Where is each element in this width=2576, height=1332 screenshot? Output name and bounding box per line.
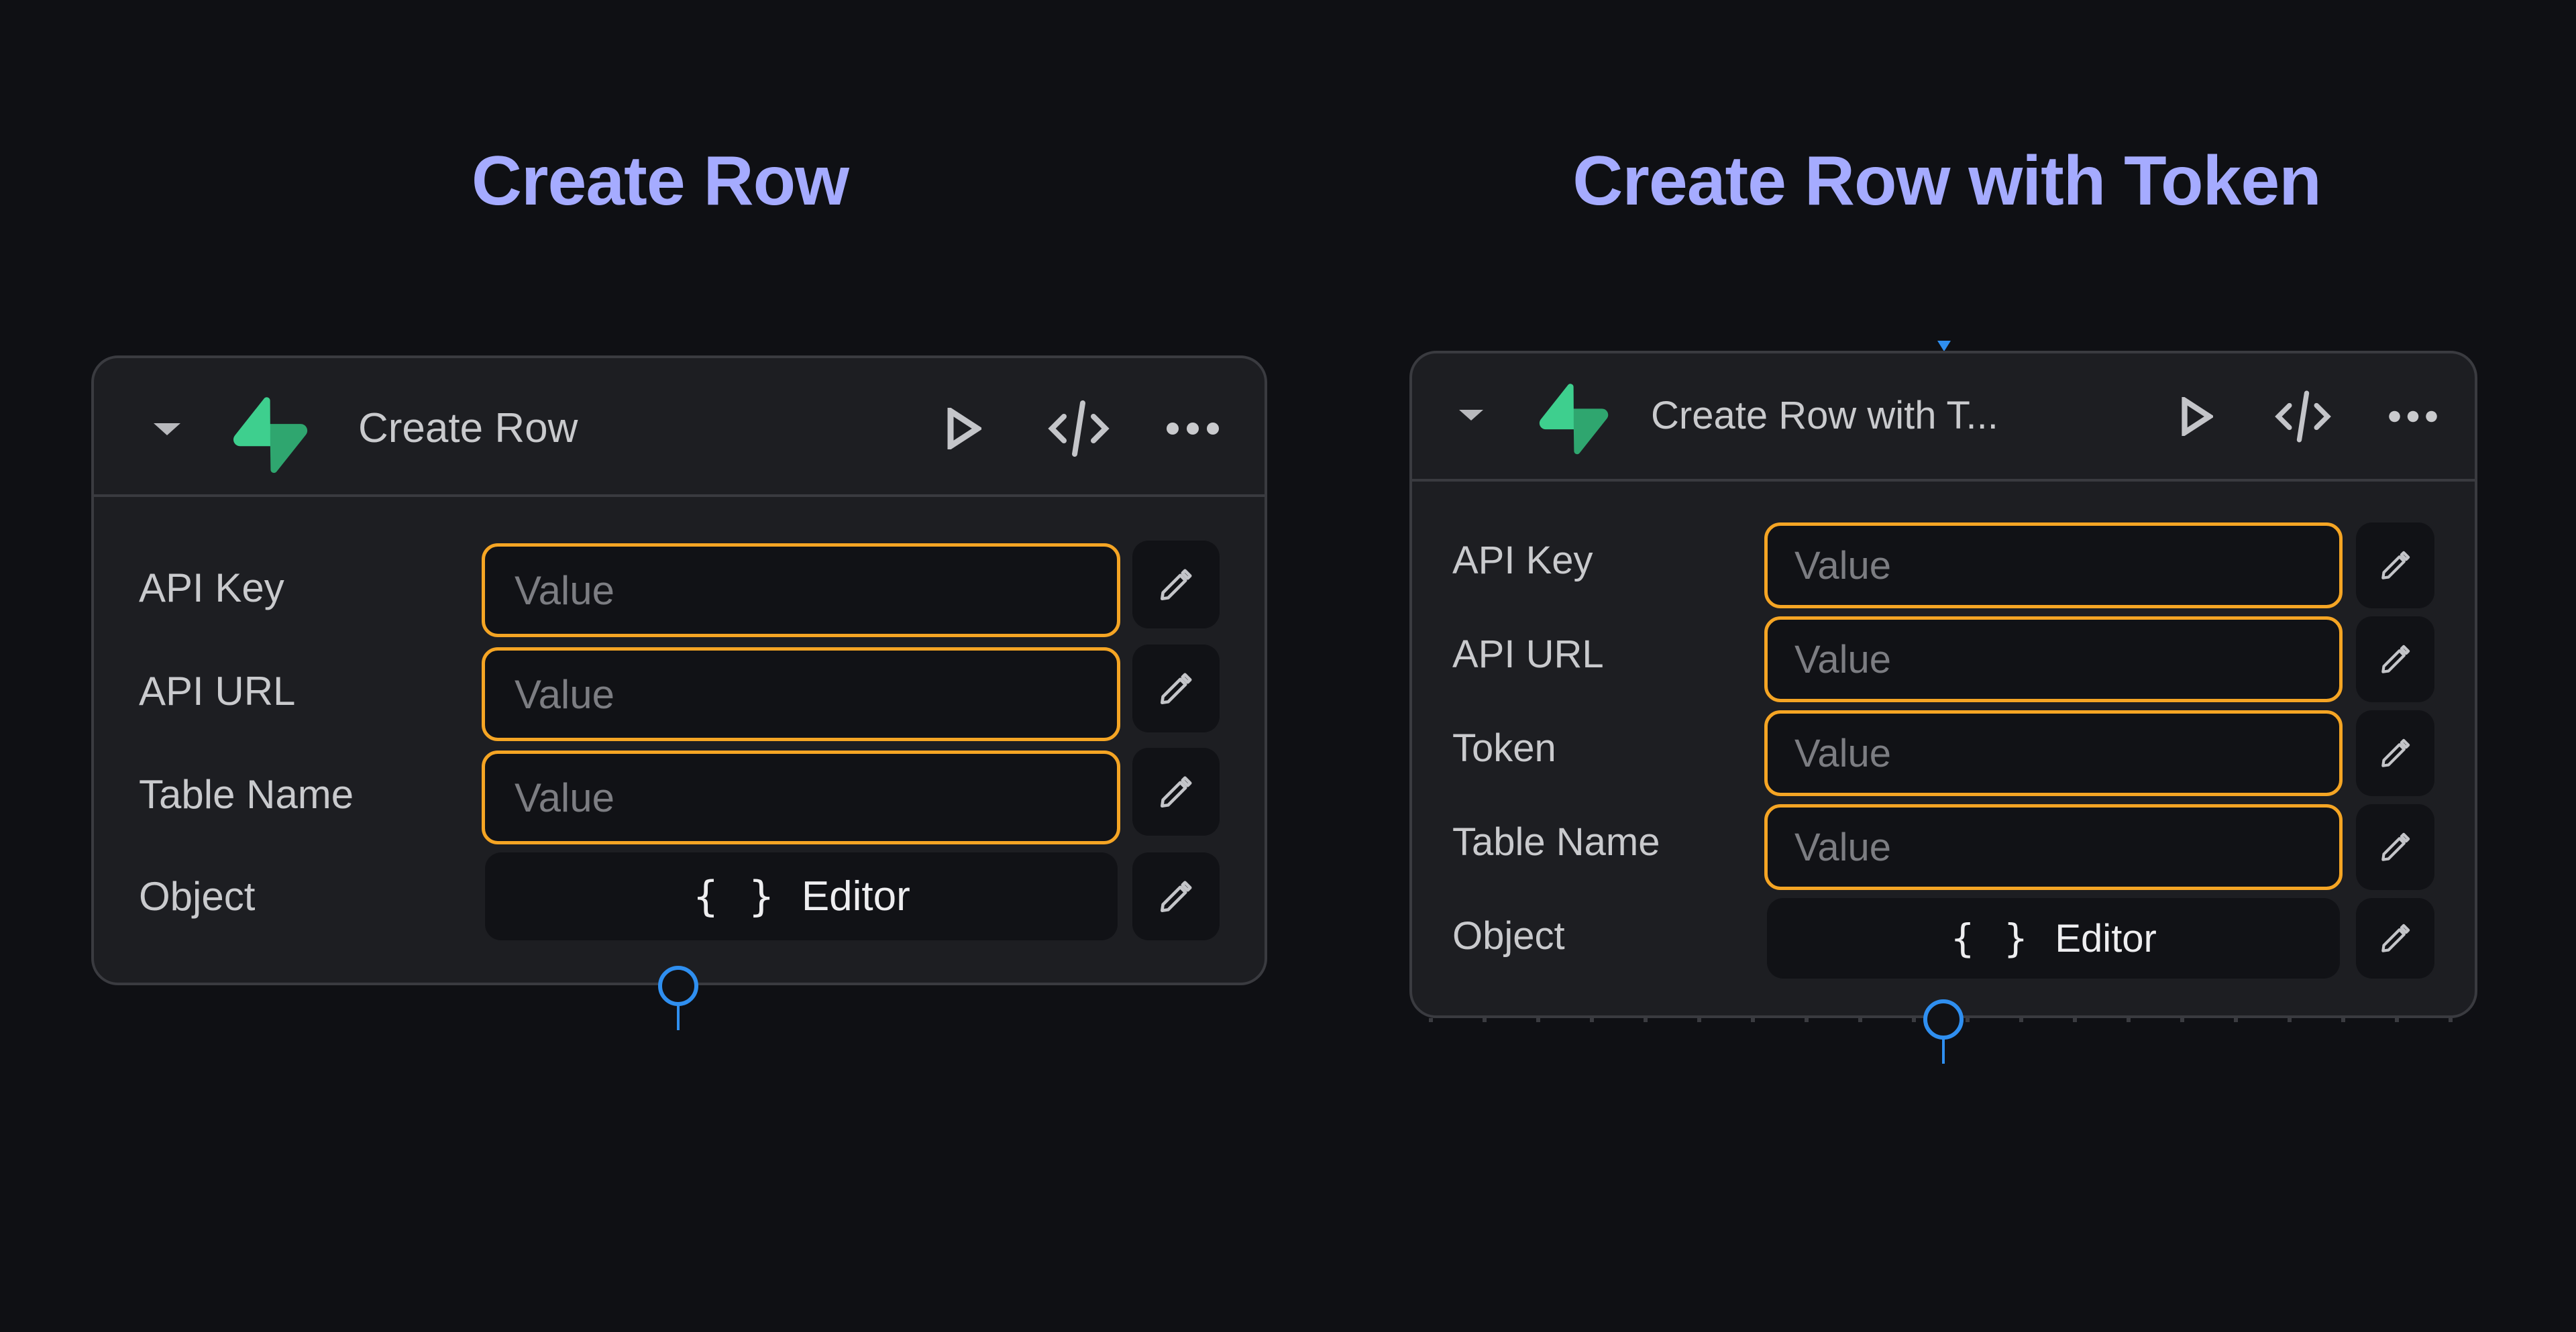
output-handle[interactable] xyxy=(658,966,698,1006)
supabase-bolt-icon xyxy=(1539,384,1609,455)
braces-icon: { } xyxy=(692,872,783,921)
edit-button[interactable] xyxy=(1132,645,1220,732)
edit-button[interactable] xyxy=(1132,541,1220,628)
section-heading-create-row-with-token: Create Row with Token xyxy=(1572,142,2321,220)
field-label: Object xyxy=(1452,914,1565,958)
input-target-marker xyxy=(1937,341,1951,351)
output-handle-stem xyxy=(677,1005,680,1030)
field-label: Table Name xyxy=(1452,820,1660,864)
edit-button[interactable] xyxy=(2356,616,2434,702)
node-card-create-row[interactable]: Create Row API Key Value API URL Value T… xyxy=(91,355,1267,985)
input-placeholder: Value xyxy=(1794,731,1892,775)
api-url-input[interactable]: Value xyxy=(1764,616,2343,702)
edit-button[interactable] xyxy=(2356,898,2434,979)
caret-down-icon[interactable] xyxy=(1459,410,1483,421)
pencil-icon xyxy=(2381,645,2410,673)
more-horizontal-icon xyxy=(1167,423,1219,435)
input-placeholder: Value xyxy=(515,567,615,613)
play-icon xyxy=(2182,397,2213,436)
node-header: Create Row xyxy=(94,358,1265,497)
table-name-input[interactable]: Value xyxy=(1764,804,2343,890)
api-key-input[interactable]: Value xyxy=(1764,522,2343,608)
more-horizontal-icon xyxy=(2389,410,2437,423)
field-label: API URL xyxy=(139,669,296,714)
node-card-create-row-with-token[interactable]: Create Row with T... API Key Value API U… xyxy=(1409,351,2477,1018)
edit-button[interactable] xyxy=(2356,804,2434,890)
pencil-icon xyxy=(2381,738,2410,767)
pencil-icon xyxy=(2381,832,2410,861)
field-label: API Key xyxy=(139,565,284,610)
braces-icon: { } xyxy=(1950,915,2037,961)
field-label: Table Name xyxy=(139,772,354,817)
pencil-icon xyxy=(1161,775,1192,808)
code-icon xyxy=(2275,390,2331,443)
node-header: Create Row with T... xyxy=(1412,353,2475,482)
play-icon xyxy=(947,408,981,449)
api-key-input[interactable]: Value xyxy=(482,543,1120,637)
code-button[interactable] xyxy=(2272,388,2334,445)
table-name-input[interactable]: Value xyxy=(482,751,1120,844)
more-button[interactable] xyxy=(2387,395,2438,438)
api-url-input[interactable]: Value xyxy=(482,647,1120,741)
pencil-icon xyxy=(1161,672,1192,704)
code-button[interactable] xyxy=(1045,398,1112,459)
section-heading-create-row: Create Row xyxy=(471,142,849,220)
supabase-bolt-icon xyxy=(233,397,308,474)
run-button[interactable] xyxy=(941,405,987,452)
editor-label: Editor xyxy=(2055,916,2157,960)
field-label: Token xyxy=(1452,726,1556,770)
input-placeholder: Value xyxy=(1794,637,1892,681)
object-editor-button[interactable]: { } Editor xyxy=(1767,898,2340,979)
field-label: API Key xyxy=(1452,539,1593,582)
node-title: Create Row with T... xyxy=(1651,394,1998,437)
input-placeholder: Value xyxy=(1794,825,1892,869)
run-button[interactable] xyxy=(2176,395,2218,438)
field-label: API URL xyxy=(1452,632,1604,676)
code-icon xyxy=(1048,400,1110,457)
editor-label: Editor xyxy=(801,873,910,920)
output-handle[interactable] xyxy=(1923,999,1964,1040)
pencil-icon xyxy=(1161,568,1192,600)
input-placeholder: Value xyxy=(1794,543,1892,588)
more-button[interactable] xyxy=(1166,405,1220,452)
object-editor-button[interactable]: { } Editor xyxy=(485,852,1118,940)
input-placeholder: Value xyxy=(515,775,615,820)
edit-button[interactable] xyxy=(1132,748,1220,836)
pencil-icon xyxy=(1161,880,1192,912)
edit-button[interactable] xyxy=(2356,522,2434,608)
pencil-icon xyxy=(2381,551,2410,579)
edit-button[interactable] xyxy=(2356,710,2434,796)
pencil-icon xyxy=(2381,924,2410,952)
field-label: Object xyxy=(139,874,256,919)
node-title: Create Row xyxy=(358,405,578,451)
caret-down-icon[interactable] xyxy=(154,423,180,435)
output-handle-stem xyxy=(1942,1038,1945,1064)
token-input[interactable]: Value xyxy=(1764,710,2343,796)
input-placeholder: Value xyxy=(515,671,615,717)
edit-button[interactable] xyxy=(1132,852,1220,940)
